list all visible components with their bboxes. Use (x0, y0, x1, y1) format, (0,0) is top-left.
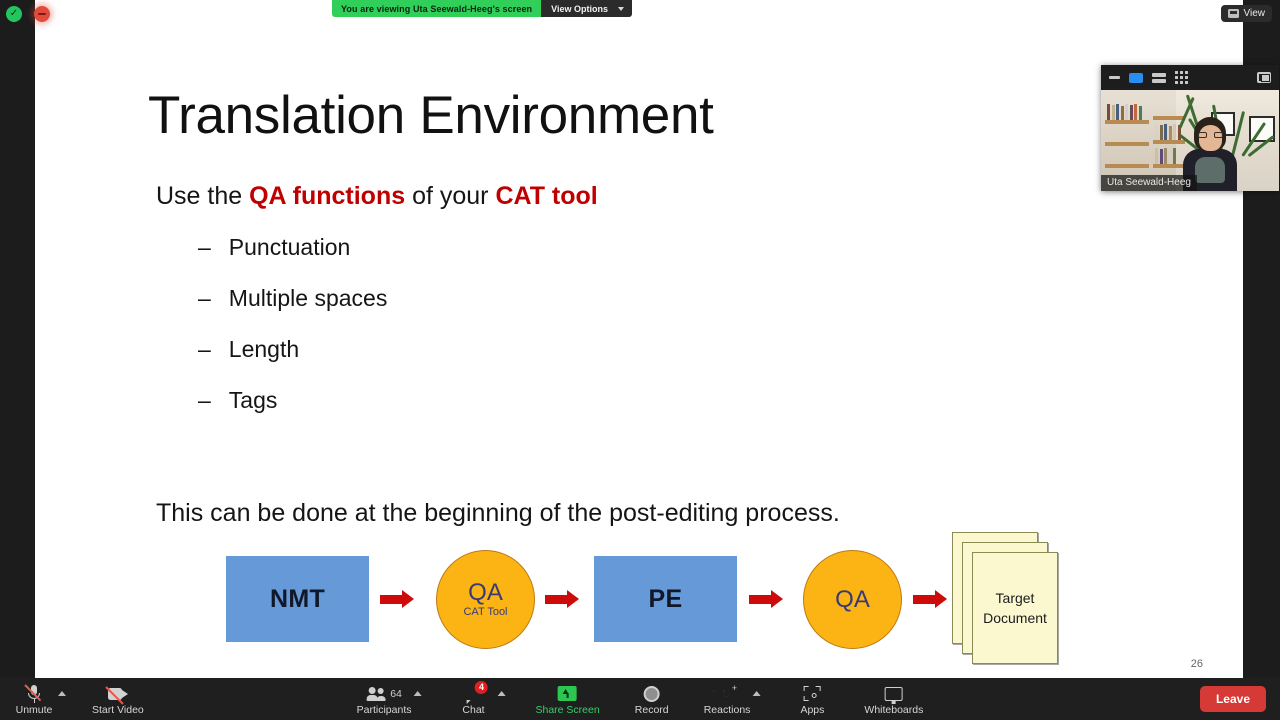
participants-label: Participants (356, 704, 412, 717)
list-item: – Tags (198, 387, 387, 438)
leave-button[interactable]: Leave (1199, 686, 1266, 712)
whiteboards-button[interactable]: Whiteboards (864, 681, 923, 717)
view-options-button[interactable]: View Options (541, 0, 632, 17)
reactions-button[interactable]: + Reactions (704, 681, 751, 717)
diagram-node-qa-2: QA (803, 550, 902, 649)
apps-icon (803, 684, 821, 703)
arrow-right-icon (380, 590, 414, 608)
arrow-right-icon (545, 590, 579, 608)
bullet-dash: – (198, 387, 211, 413)
arrow-right-icon (913, 590, 947, 608)
shield-check-icon: ✓ (6, 6, 22, 22)
bullet-text: Tags (228, 387, 278, 413)
process-flow-diagram: NMT QA CAT Tool PE QA Target Document (190, 528, 1200, 668)
chevron-down-icon (618, 6, 624, 11)
list-item: – Punctuation (198, 234, 387, 285)
camera-off-icon (105, 684, 128, 705)
monitor-icon (1227, 9, 1239, 18)
screen-share-banner: You are viewing Uta Seewald-Heeg's scree… (332, 0, 632, 17)
share-screen-label: Share Screen (535, 704, 600, 717)
unmute-button[interactable]: Unmute (12, 681, 56, 717)
bullet-text: Length (228, 336, 300, 362)
diagram-node-qa-1: QA CAT Tool (436, 550, 535, 649)
diagram-node-label: NMT (269, 584, 326, 613)
chat-unread-badge: 4 (474, 680, 488, 694)
page-title: Translation Environment (148, 86, 714, 145)
participants-options-chevron-icon[interactable] (413, 691, 422, 697)
apps-button[interactable]: Apps (790, 681, 834, 717)
self-view-video: Uta Seewald-Heeg (1101, 90, 1279, 191)
view-pill-label: View (1243, 8, 1266, 19)
recording-stopped-icon[interactable] (34, 6, 50, 22)
chat-options-chevron-icon[interactable] (497, 691, 506, 697)
shared-screen-slide: Translation Environment Use the QA funct… (35, 0, 1243, 678)
whiteboards-label: Whiteboards (864, 704, 924, 717)
arrow-right-icon (749, 590, 783, 608)
doc-sheet-front: Target Document (972, 552, 1058, 664)
start-video-label: Start Video (92, 704, 144, 717)
share-screen-button[interactable]: Share Screen (535, 681, 600, 717)
self-view-participant-name: Uta Seewald-Heeg (1101, 175, 1197, 191)
bullet-text: Punctuation (228, 234, 351, 260)
record-icon (643, 684, 660, 703)
lead-before: Use the (156, 182, 250, 210)
participants-icon: 64 (366, 684, 402, 703)
participants-count: 64 (390, 687, 402, 700)
reactions-label: Reactions (703, 704, 751, 717)
record-label: Record (634, 704, 669, 717)
record-button[interactable]: Record (630, 681, 674, 717)
start-video-button[interactable]: Start Video (92, 681, 144, 717)
slide-closing-text: This can be done at the beginning of the… (156, 499, 840, 527)
bullet-dash: – (198, 285, 211, 311)
reactions-icon: + (719, 683, 737, 703)
audio-options-chevron-icon[interactable] (58, 691, 66, 697)
diagram-node-pe: PE (594, 556, 737, 642)
list-item: – Multiple spaces (198, 285, 387, 336)
document-label-line2: Document (983, 610, 1047, 626)
window-status-indicators: ✓ (6, 6, 50, 22)
diagram-node-nmt: NMT (226, 556, 369, 642)
self-view-thumbnail[interactable]: Uta Seewald-Heeg (1101, 65, 1279, 191)
whiteboard-icon (884, 684, 903, 704)
lead-highlight-cat: CAT tool (495, 182, 598, 210)
meeting-controls-toolbar: Unmute Start Video 64 Participants 4 Cha… (0, 678, 1280, 720)
view-layout-button[interactable]: View (1220, 5, 1272, 22)
diagram-node-target-document: Target Document (952, 532, 1072, 664)
apps-label: Apps (800, 704, 825, 717)
bullet-dash: – (198, 336, 211, 362)
thumbnail-toolbar (1101, 65, 1279, 90)
chat-button[interactable]: 4 Chat (451, 680, 495, 717)
slide-page-number: 26 (1190, 658, 1203, 670)
unmute-label: Unmute (15, 704, 53, 717)
popout-icon[interactable] (1257, 72, 1271, 83)
toolbar-center-group: 64 Participants 4 Chat Share Screen Reco… (356, 680, 923, 717)
list-item: – Length (198, 336, 387, 387)
zoom-meeting-window: ✓ You are viewing Uta Seewald-Heeg's scr… (0, 0, 1280, 720)
share-screen-icon (558, 684, 578, 703)
reactions-options-chevron-icon[interactable] (752, 691, 761, 697)
toolbar-right-group: Leave (1199, 686, 1266, 712)
diagram-node-label: QA (468, 578, 503, 606)
speaker-view-icon[interactable] (1129, 72, 1143, 83)
microphone-muted-icon (23, 684, 41, 703)
gallery-rows-icon[interactable] (1152, 72, 1166, 83)
diagram-node-label: PE (648, 584, 683, 613)
toolbar-left-group: Unmute Start Video (0, 681, 144, 717)
lead-highlight-qa: QA functions (249, 182, 406, 210)
chat-icon: 4 (465, 680, 488, 704)
diagram-node-sublabel: CAT Tool (463, 606, 508, 618)
slide-bullet-list: – Punctuation – Multiple spaces – Length… (198, 234, 387, 438)
lead-middle: of your (405, 182, 496, 210)
chat-label: Chat (462, 704, 485, 717)
slide-lead-line: Use the QA functions of your CAT tool (156, 182, 598, 211)
minimize-icon[interactable] (1109, 76, 1120, 79)
bullet-dash: – (198, 234, 211, 260)
grid-view-icon[interactable] (1175, 71, 1188, 84)
document-label-line1: Target (995, 589, 1035, 606)
participants-button[interactable]: 64 Participants (356, 681, 412, 717)
share-banner-text: You are viewing Uta Seewald-Heeg's scree… (332, 0, 542, 17)
diagram-node-label: QA (835, 585, 870, 613)
bullet-text: Multiple spaces (228, 285, 388, 311)
view-options-label: View Options (551, 3, 608, 14)
